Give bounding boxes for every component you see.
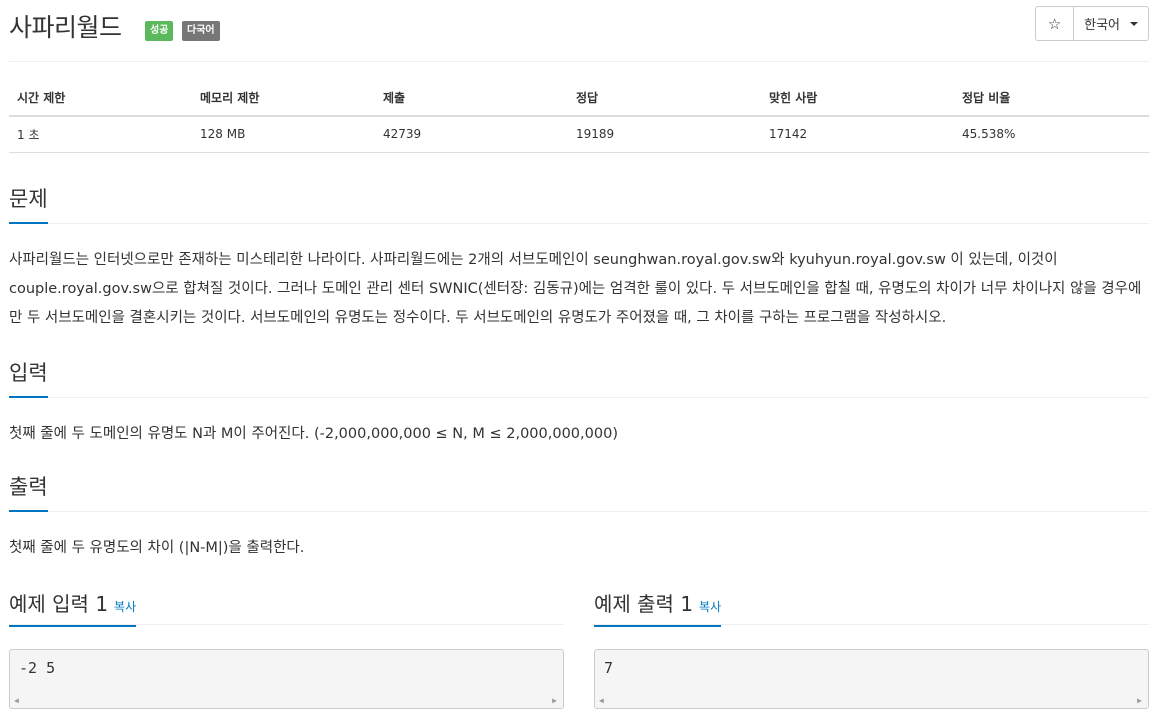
output-description: 첫째 줄에 두 유명도의 차이 (|N-M|)을 출력한다. [9, 540, 305, 556]
scroll-left-icon[interactable]: ◀ [14, 696, 19, 705]
language-dropdown[interactable]: 한국어 [1074, 7, 1148, 40]
input-section-title: 입력 [9, 357, 48, 398]
page-title: 사파리월드 [9, 13, 122, 42]
sample-output-text: 7 [604, 659, 614, 677]
output-section-header: 출력 [9, 471, 1149, 512]
info-value-submissions[interactable]: 42739 [375, 116, 568, 153]
sample-input-title-text: 예제 입력 1 [9, 592, 109, 616]
info-header-accepted: 정답 [568, 80, 761, 117]
info-header-time-limit: 시간 제한 [9, 80, 192, 117]
problem-section-header: 문제 [9, 183, 1149, 224]
star-icon: ☆ [1047, 14, 1062, 33]
language-label: 한국어 [1084, 18, 1120, 33]
header-button-group: ☆ 한국어 [1035, 6, 1149, 41]
sample-input-panel: 예제 입력 1 복사 -2 5 ◀ ▶ [9, 588, 564, 709]
sample-output-header: 예제 출력 1 복사 [594, 588, 1149, 627]
problem-section-title: 문제 [9, 183, 48, 224]
info-header-ratio: 정답 비율 [954, 80, 1149, 117]
input-description: 첫째 줄에 두 도메인의 유명도 N과 M이 주어진다. (-2,000,000… [9, 426, 618, 442]
copy-input-link[interactable]: 복사 [114, 600, 136, 614]
info-header-solvers: 맞힌 사람 [761, 80, 954, 117]
info-value-solvers[interactable]: 17142 [761, 116, 954, 153]
info-header-submissions: 제출 [375, 80, 568, 117]
status-badge-multilang: 다국어 [182, 21, 220, 41]
sample-output-title: 예제 출력 1 복사 [594, 588, 722, 627]
problem-info-table: 시간 제한 메모리 제한 제출 정답 맞힌 사람 정답 비율 1 초 128 M… [9, 80, 1149, 153]
scroll-left-icon[interactable]: ◀ [599, 696, 604, 705]
info-value-time-limit: 1 초 [9, 116, 192, 153]
sample-output-title-text: 예제 출력 1 [594, 592, 694, 616]
sample-input-header: 예제 입력 1 복사 [9, 588, 564, 627]
copy-output-link[interactable]: 복사 [699, 600, 721, 614]
sample-input-text: -2 5 [19, 659, 56, 677]
info-value-accepted[interactable]: 19189 [568, 116, 761, 153]
sample-output-panel: 예제 출력 1 복사 7 ◀ ▶ [594, 588, 1149, 709]
input-section-header: 입력 [9, 357, 1149, 398]
scroll-right-icon[interactable]: ▶ [552, 696, 557, 705]
info-value-row: 1 초 128 MB 42739 19189 17142 45.538% [9, 116, 1149, 153]
scroll-right-icon[interactable]: ▶ [1137, 696, 1142, 705]
problem-description: 사파리월드는 인터넷으로만 존재하는 미스테리한 나라이다. 사파리월드에는 2… [9, 252, 1142, 326]
sample-input-content[interactable]: -2 5 ◀ ▶ [9, 649, 564, 709]
chevron-down-icon [1130, 21, 1138, 26]
status-badge-success: 성공 [145, 21, 174, 41]
info-value-memory-limit: 128 MB [192, 116, 375, 153]
sample-output-content[interactable]: 7 ◀ ▶ [594, 649, 1149, 709]
info-value-ratio: 45.538% [954, 116, 1149, 153]
problem-header: 사파리월드 성공 다국어 ☆ 한국어 [9, 0, 1149, 62]
output-section-title: 출력 [9, 471, 48, 512]
star-button[interactable]: ☆ [1036, 7, 1075, 40]
info-header-memory-limit: 메모리 제한 [192, 80, 375, 117]
sample-input-title: 예제 입력 1 복사 [9, 588, 137, 627]
info-header-row: 시간 제한 메모리 제한 제출 정답 맞힌 사람 정답 비율 [9, 80, 1149, 117]
